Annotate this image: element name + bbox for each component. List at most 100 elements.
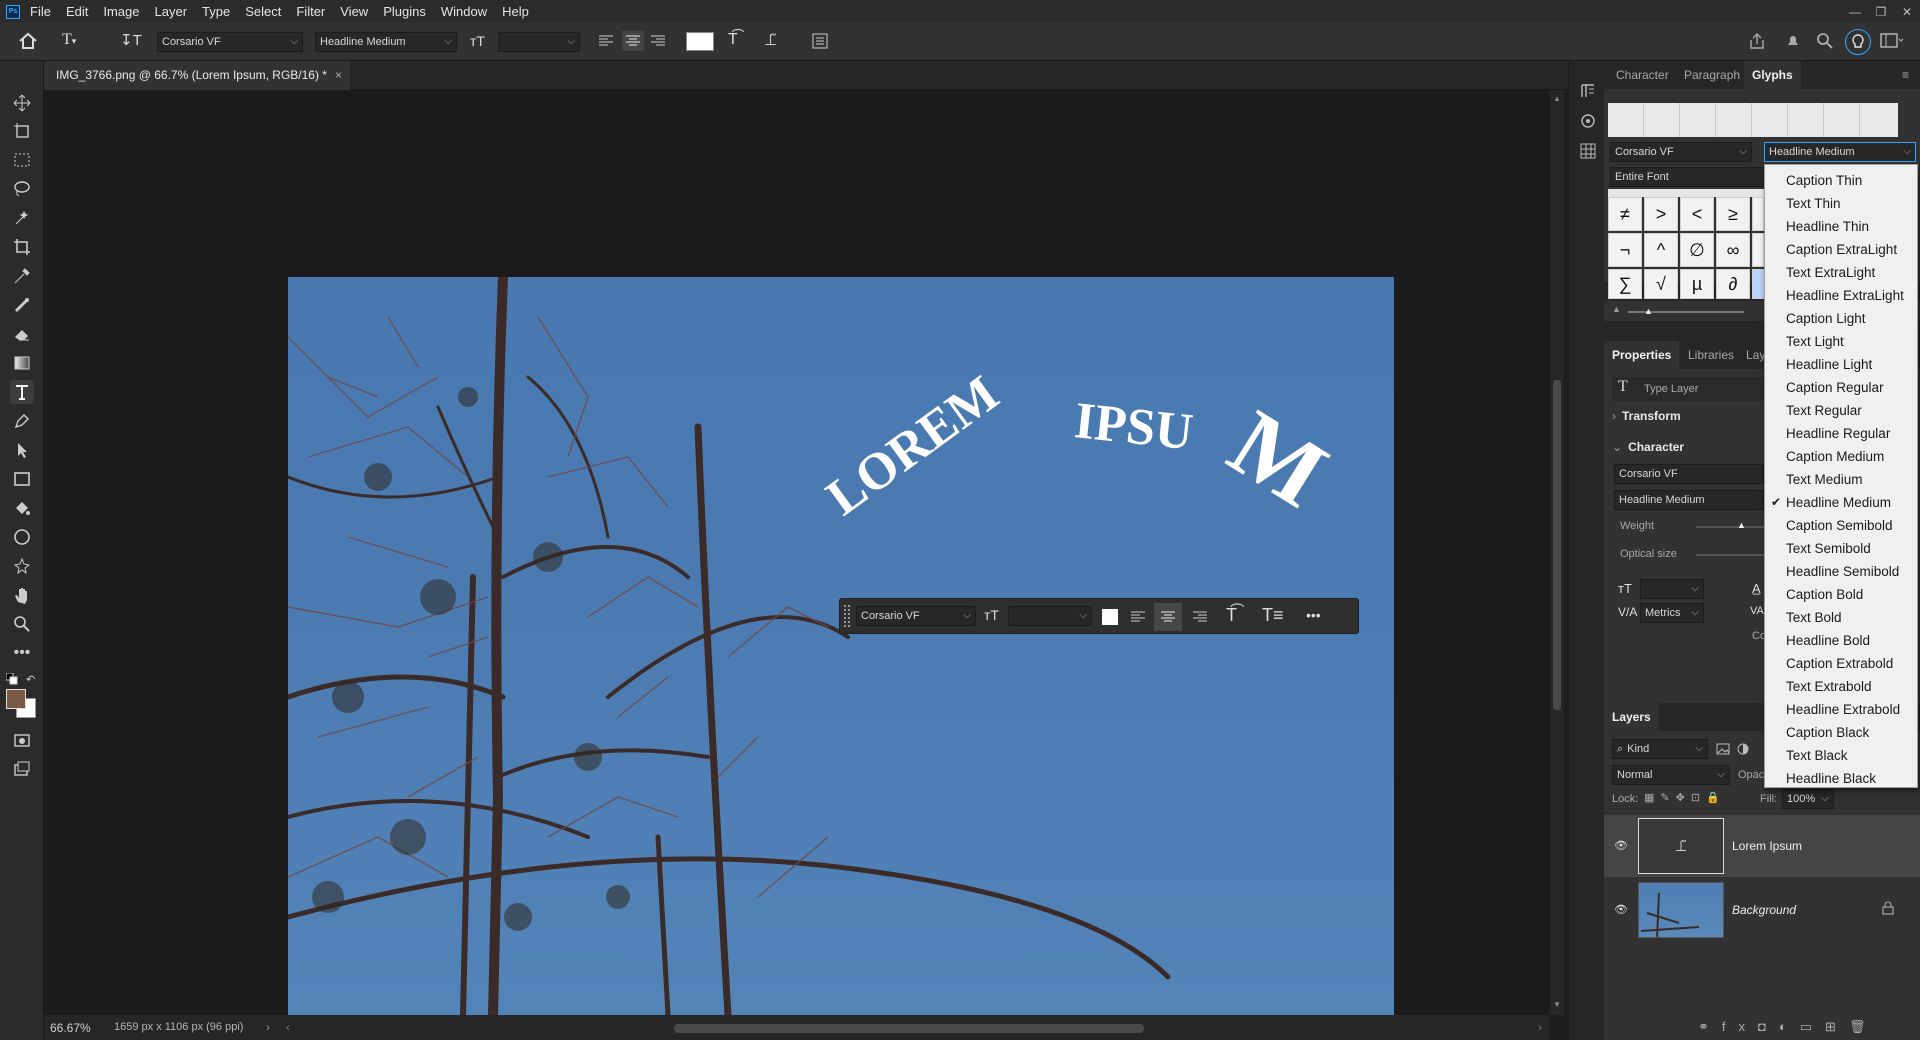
glyph-cell[interactable]: ∞ [1716,233,1750,267]
tab-layer-comps[interactable]: Lay [1746,341,1765,369]
font-style-option[interactable]: Caption Thin [1765,169,1917,192]
artboard-tool-icon[interactable] [10,119,34,143]
filter-adjustment-icon[interactable] [1736,742,1750,756]
font-style-option[interactable]: Headline Extrabold [1765,698,1917,721]
small-glyph-icon[interactable]: ▲ [1612,304,1621,314]
menu-view[interactable]: View [340,4,368,19]
more-tools-icon[interactable]: ••• [10,641,34,665]
close-tab-icon[interactable]: × [335,68,342,82]
swap-colors-icon[interactable]: ↶ [26,673,35,686]
new-layer-icon[interactable]: ⊞ [1825,1019,1849,1034]
tab-paragraph[interactable]: Paragraph [1684,61,1740,89]
kerning-dropdown[interactable]: Metrics ⌵ [1640,603,1704,623]
font-style-option[interactable]: Headline Bold [1765,629,1917,652]
font-style-option[interactable]: Caption ExtraLight [1765,238,1917,261]
search-icon[interactable] [1816,32,1834,50]
path-selection-tool-icon[interactable] [10,438,34,462]
ctb-font-family-dropdown[interactable]: Corsario VF ⌵ [856,606,976,626]
font-style-option[interactable]: Headline Light [1765,353,1917,376]
swatches-icon[interactable] [1580,143,1596,159]
minimize-icon[interactable]: — [1842,5,1868,19]
add-mask-icon[interactable]: ◘ [1758,1019,1779,1034]
align-center-icon[interactable] [622,31,644,51]
ctb-text-effects-icon[interactable]: T≡ [1262,605,1284,626]
marquee-tool-icon[interactable] [10,148,34,172]
fill-dropdown[interactable]: 100% ⌵ [1782,789,1834,809]
canvas-area[interactable]: LOREM IPSU M Corsario VF ⌵ ᴛT ⌵ T͡ T≡ ••• [44,90,1550,1015]
align-right-icon[interactable] [650,33,666,49]
glyph-cell[interactable]: ∑ [1608,269,1642,299]
warp-text-icon[interactable]: T͡ [728,31,738,49]
layer-name[interactable]: Lorem Ipsum [1732,839,1802,853]
foreground-color-swatch[interactable] [6,689,26,709]
vertical-scrollbar[interactable]: ▲ ▼ [1550,90,1564,1015]
font-style-option[interactable]: Caption Bold [1765,583,1917,606]
glyphs-font-style-dropdown[interactable]: Headline Medium ⌵ [1764,142,1916,162]
ellipse-tool-icon[interactable] [10,525,34,549]
crop-tool-icon[interactable] [10,235,34,259]
hscroll-right-icon[interactable]: › [1538,1020,1542,1034]
font-style-option[interactable]: Text Light [1765,330,1917,353]
font-style-option[interactable]: Text Medium [1765,468,1917,491]
text-color-swatch[interactable] [686,32,714,51]
lock-icons[interactable]: ▦✎✥⊡🔒 [1644,791,1726,804]
home-icon[interactable] [18,32,38,50]
type-tool-icon[interactable] [10,380,34,404]
ctb-warp-text-icon[interactable]: T͡ [1226,605,1237,626]
transform-section[interactable]: › Transform [1612,409,1681,423]
healing-brush-tool-icon[interactable] [10,293,34,317]
zoom-tool-icon[interactable] [10,612,34,636]
font-style-option[interactable]: Headline Regular [1765,422,1917,445]
font-style-option[interactable]: ✔ Headline Medium [1765,491,1917,514]
panel-menu-icon[interactable]: ≡ [1902,68,1909,82]
glyphs-filter-dropdown[interactable]: Entire Font [1610,167,1770,187]
visibility-eye-icon[interactable]: 👁 [1614,839,1628,852]
tab-properties[interactable]: Properties [1604,341,1680,369]
character-panel-icon[interactable] [812,33,828,49]
properties-font-size-dropdown[interactable]: ⌵ [1640,579,1704,599]
tab-glyphs[interactable]: Glyphs [1744,61,1801,89]
object-selection-tool-icon[interactable] [10,206,34,230]
horizontal-scroll-thumb[interactable] [674,1024,1144,1033]
menu-window[interactable]: Window [441,4,487,19]
glyph-cell[interactable]: √ [1644,269,1678,299]
adjustment-layer-icon[interactable]: ◐ [1779,1019,1800,1034]
glyph-cell-partial[interactable] [1752,197,1764,231]
weight-slider[interactable] [1696,526,1766,528]
new-group-icon[interactable]: ▭ [1800,1019,1825,1034]
glyph-cell[interactable]: ¬ [1608,233,1642,267]
menu-image[interactable]: Image [103,4,139,19]
layer-row-background[interactable]: 👁 Background [1604,879,1920,941]
layer-row-text[interactable]: 👁 ⊥̃ Lorem Ipsum [1604,815,1920,877]
tab-character[interactable]: Character [1616,61,1669,89]
restore-icon[interactable]: ❐ [1868,5,1894,19]
font-style-option[interactable]: Text Black [1765,744,1917,767]
ctb-align-center-icon[interactable] [1154,603,1182,631]
paint-bucket-tool-icon[interactable] [10,496,34,520]
font-style-option[interactable]: Caption Light [1765,307,1917,330]
move-tool-icon[interactable] [10,91,34,115]
font-size-dropdown[interactable]: ⌵ [498,32,580,52]
ctb-align-left-icon[interactable] [1130,609,1146,625]
vertical-scroll-thumb[interactable] [1553,380,1561,710]
glyph-cell[interactable]: ≠ [1608,197,1642,231]
rectangle-tool-icon[interactable] [10,467,34,491]
glyph-cell-partial[interactable] [1752,269,1764,299]
visibility-eye-icon[interactable]: 👁 [1614,903,1628,916]
eyedropper-tool-icon[interactable] [10,264,34,288]
scroll-down-icon[interactable]: ▼ [1553,1000,1561,1009]
glyph-cell[interactable]: ∂ [1716,269,1750,299]
custom-shape-tool-icon[interactable] [10,554,34,578]
ctb-more-icon[interactable]: ••• [1306,607,1321,623]
menu-layer[interactable]: Layer [155,4,188,19]
type-tool-preset-icon[interactable]: T▾ [62,31,76,49]
glyph-cell-partial[interactable] [1752,233,1764,267]
menu-plugins[interactable]: Plugins [383,4,426,19]
history-icon[interactable] [1580,83,1596,99]
tab-libraries[interactable]: Libraries [1688,341,1734,369]
font-style-option[interactable]: Caption Semibold [1765,514,1917,537]
align-left-icon[interactable] [598,33,614,49]
link-layers-icon[interactable]: ⚭ [1698,1019,1722,1034]
glyph-cell[interactable]: ∅ [1680,233,1714,267]
scroll-up-icon[interactable]: ▲ [1553,94,1561,103]
